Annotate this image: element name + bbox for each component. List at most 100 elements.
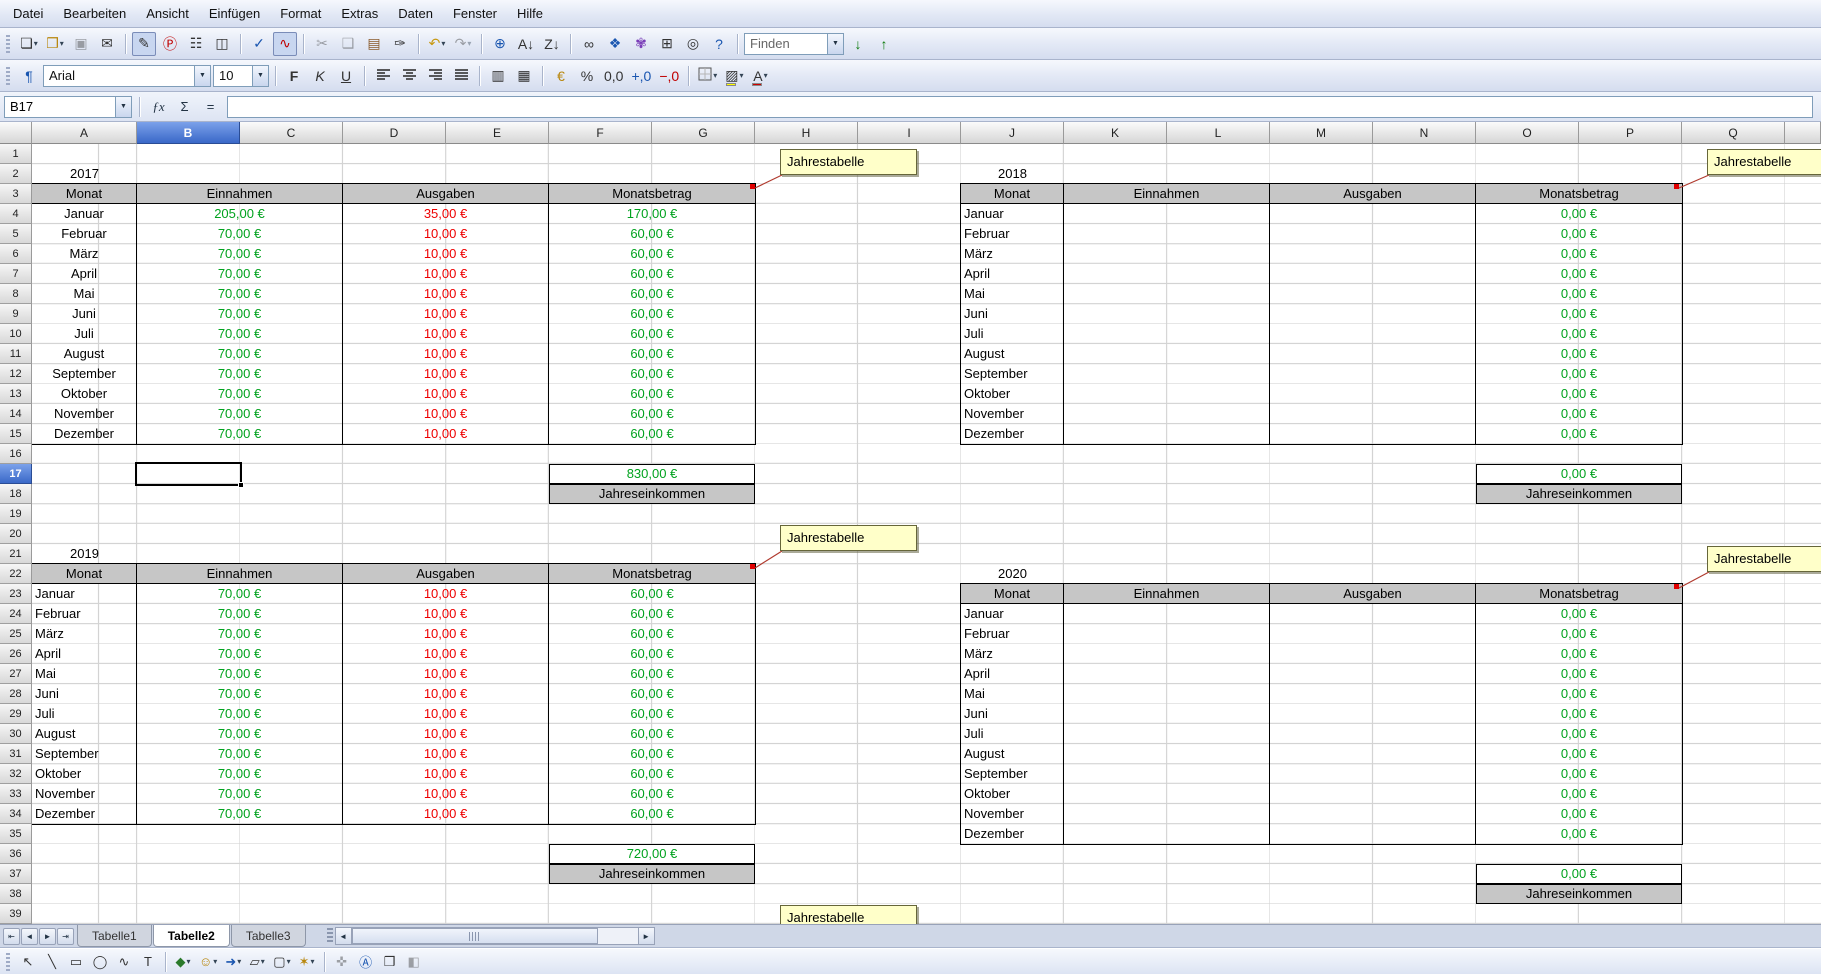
einnahmen-cell[interactable] [1064,264,1270,284]
ausgaben-cell[interactable]: 10,00 € [343,324,549,344]
fill-handle[interactable] [238,482,244,488]
month-cell[interactable]: April [32,644,137,664]
ausgaben-cell[interactable]: 10,00 € [343,624,549,644]
line-button[interactable]: ╲ [41,951,63,973]
month-cell[interactable]: Januar [32,204,137,224]
ausgaben-cell[interactable] [1270,604,1476,624]
ausgaben-cell[interactable]: 10,00 € [343,704,549,724]
month-cell[interactable]: Juli [32,704,137,724]
ausgaben-cell[interactable]: 10,00 € [343,364,549,384]
header-cell-monatsbetrag[interactable]: Monatsbetrag [1476,584,1682,604]
month-cell[interactable]: August [961,344,1064,364]
einnahmen-cell[interactable]: 70,00 € [137,424,343,444]
year-total-2018[interactable]: 0,00 € [1476,464,1682,484]
ausgaben-cell[interactable] [1270,364,1476,384]
ausgaben-cell[interactable] [1270,324,1476,344]
header-cell-monat[interactable]: Monat [961,584,1064,604]
new-document-button[interactable]: ❏▾ [17,32,41,56]
ausgaben-cell[interactable]: 10,00 € [343,604,549,624]
row-header-25[interactable]: 25 [0,624,32,644]
row-header-29[interactable]: 29 [0,704,32,724]
jahreseinkommen-label-2017[interactable]: Jahreseinkommen [549,484,755,504]
toolbar-grip[interactable] [6,35,10,53]
monatsbetrag-cell[interactable]: 0,00 € [1476,204,1682,224]
month-cell[interactable]: Januar [32,584,137,604]
ausgaben-cell[interactable] [1270,424,1476,444]
row-header-3[interactable]: 3 [0,184,32,204]
monatsbetrag-cell[interactable]: 0,00 € [1476,664,1682,684]
monatsbetrag-cell[interactable]: 0,00 € [1476,804,1682,824]
row-header-10[interactable]: 10 [0,324,32,344]
monatsbetrag-cell[interactable]: 60,00 € [549,224,755,244]
monatsbetrag-cell[interactable]: 60,00 € [549,384,755,404]
monatsbetrag-cell[interactable]: 60,00 € [549,644,755,664]
sort-descending-button[interactable]: Z↓ [540,32,564,56]
edit-mode-button[interactable]: ✎ [132,32,156,56]
ausgaben-cell[interactable]: 10,00 € [343,684,549,704]
einnahmen-cell[interactable] [1064,764,1270,784]
menu-daten[interactable]: Daten [389,2,442,25]
year-total-2020[interactable]: 0,00 € [1476,864,1682,884]
stars-button[interactable]: ✶▾ [296,951,318,973]
monatsbetrag-cell[interactable]: 0,00 € [1476,624,1682,644]
einnahmen-cell[interactable]: 70,00 € [137,224,343,244]
header-cell-monat[interactable]: Monat [961,184,1064,204]
month-cell[interactable]: März [961,244,1064,264]
header-cell-einnahmen[interactable]: Einnahmen [137,564,343,584]
month-cell[interactable]: April [961,664,1064,684]
bold-button[interactable]: F [282,64,306,88]
monatsbetrag-cell[interactable]: 60,00 € [549,244,755,264]
month-cell[interactable]: Februar [32,224,137,244]
find-next-button[interactable]: ↓ [846,32,870,56]
ausgaben-cell[interactable] [1270,824,1476,844]
format-paintbrush-button[interactable]: ✑ [388,32,412,56]
month-cell[interactable]: August [32,724,137,744]
function-wizard-button[interactable]: ƒx [147,96,170,118]
ausgaben-cell[interactable]: 10,00 € [343,304,549,324]
scroll-right-button[interactable]: ► [638,927,655,945]
print-button[interactable]: ☷ [184,32,208,56]
month-cell[interactable]: März [32,244,137,264]
sheet-tab-tabelle1[interactable]: Tabelle1 [77,925,152,947]
ausgaben-cell[interactable] [1270,344,1476,364]
month-cell[interactable]: November [32,784,137,804]
einnahmen-cell[interactable] [1064,744,1270,764]
ausgaben-cell[interactable] [1270,624,1476,644]
row-header-17[interactable]: 17 [0,464,32,484]
formula-input[interactable] [227,96,1813,118]
row-header-7[interactable]: 7 [0,264,32,284]
month-cell[interactable]: November [32,404,137,424]
ausgaben-cell[interactable] [1270,264,1476,284]
redo-button[interactable]: ↷▾ [451,32,475,56]
undo-button[interactable]: ↶▾ [425,32,449,56]
monatsbetrag-cell[interactable]: 0,00 € [1476,784,1682,804]
ausgaben-cell[interactable] [1270,404,1476,424]
currency-button[interactable]: € [549,64,573,88]
einnahmen-cell[interactable] [1064,204,1270,224]
ausgaben-cell[interactable] [1270,684,1476,704]
header-cell-monatsbetrag[interactable]: Monatsbetrag [549,184,755,204]
column-header-g[interactable]: G [652,122,755,144]
datasources-button[interactable]: ⊞ [655,32,679,56]
month-cell[interactable]: Februar [32,604,137,624]
styles-button[interactable]: ¶ [17,64,41,88]
monatsbetrag-cell[interactable]: 0,00 € [1476,344,1682,364]
row-header-4[interactable]: 4 [0,204,32,224]
underline-button[interactable]: U [334,64,358,88]
row-header-9[interactable]: 9 [0,304,32,324]
month-cell[interactable]: Dezember [961,824,1064,844]
column-header-q[interactable]: Q [1682,122,1785,144]
flowchart-button[interactable]: ▱▾ [246,951,268,973]
align-center-button[interactable] [397,64,421,88]
menu-extras[interactable]: Extras [332,2,387,25]
sheet-tab-tabelle3[interactable]: Tabelle3 [231,925,306,947]
einnahmen-cell[interactable] [1064,364,1270,384]
einnahmen-cell[interactable]: 70,00 € [137,264,343,284]
month-cell[interactable]: Mai [32,284,137,304]
gallery-button[interactable]: ✾ [629,32,653,56]
einnahmen-cell[interactable] [1064,624,1270,644]
monatsbetrag-cell[interactable]: 60,00 € [549,684,755,704]
einnahmen-cell[interactable]: 70,00 € [137,364,343,384]
einnahmen-cell[interactable] [1064,684,1270,704]
find-input[interactable]: Finden▼ [744,33,844,55]
